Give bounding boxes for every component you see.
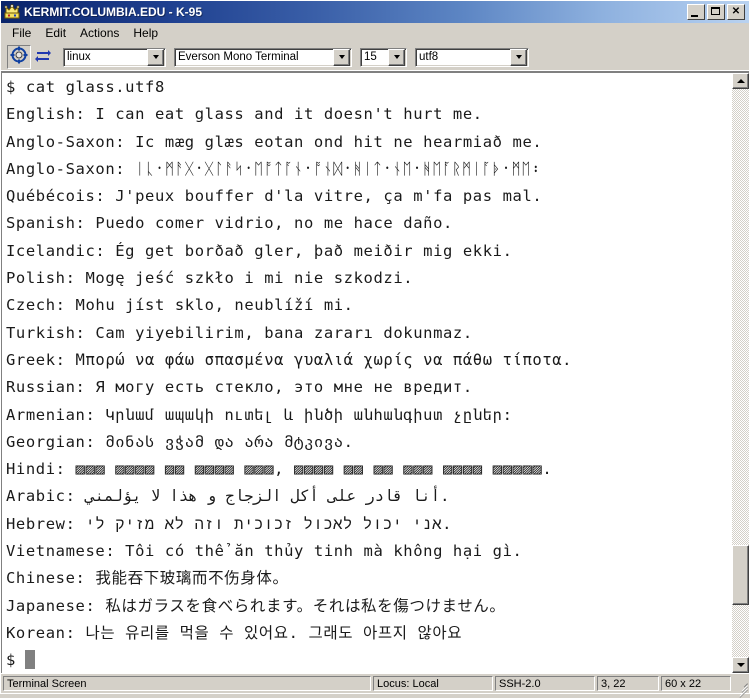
status-screen-dimensions: 60 x 22	[661, 676, 731, 691]
font-combo[interactable]: Everson Mono Terminal	[174, 47, 352, 67]
terminal-line: Russian: Я могу есть стекло, это мне не …	[6, 378, 473, 397]
status-locus: Locus: Local	[373, 676, 493, 691]
connect-icon	[10, 46, 28, 69]
encoding-value: utf8	[419, 50, 439, 63]
scrollbar-track[interactable]	[732, 89, 749, 657]
menu-item-edit[interactable]: Edit	[38, 24, 73, 42]
terminal-line: Anglo-Saxon: ᛁᚳ᛫ᛗᚨᚷ᛫ᚷᛚᚨᛋ᛫ᛖᚩᛏᚪᚾ᛫ᚩᚾᛞ᛫ᚻᛁᛏ᛫ᚾ…	[6, 159, 542, 178]
menu-bar: File Edit Actions Help	[1, 23, 749, 43]
terminal-line: $ cat glass.utf8	[6, 78, 165, 96]
terminal-line: Arabic: أنا قادر على أكل الزجاج و هذا لا…	[6, 487, 450, 506]
menu-item-actions[interactable]: Actions	[73, 24, 126, 42]
status-screen-mode: Terminal Screen	[3, 676, 371, 691]
scroll-up-arrow[interactable]	[732, 73, 749, 89]
resize-grip[interactable]	[733, 676, 749, 698]
close-button[interactable]: ✕	[727, 4, 745, 20]
kermit-crown-icon	[4, 4, 20, 20]
terminal-line: Greek: Μπορώ να φάω σπασμένα γυαλιά χωρί…	[6, 350, 573, 369]
terminal-line: Anglo-Saxon: Ic mæg glæs eotan ond hit n…	[6, 132, 543, 151]
encoding-combo[interactable]: utf8	[415, 47, 529, 67]
terminal-line: Japanese: 私はガラスを食べられます。それは私を傷つけません。	[6, 596, 506, 615]
status-cursor-position: 3, 22	[597, 676, 659, 691]
terminal-line: $	[6, 647, 732, 673]
terminal-line: Vietnamese: Tôi có thể ăn thủy tinh mà k…	[6, 542, 523, 561]
terminal-line: Québécois: J'peux bouffer d'la vitre, ça…	[6, 187, 543, 206]
terminal-cursor	[24, 650, 35, 670]
font-size-combo[interactable]: 15	[360, 47, 407, 67]
transfer-button[interactable]	[32, 46, 54, 68]
chevron-down-icon[interactable]	[510, 48, 527, 66]
terminal-line: Georgian: მინას ვჭამ და არა მტკივა.	[6, 432, 354, 451]
status-protocol: SSH-2.0	[495, 676, 595, 691]
terminal-line: Icelandic: Ég get borðað gler, það meiði…	[6, 241, 513, 260]
terminal-line: Turkish: Cam yiyebilirim, bana zararı do…	[6, 323, 473, 342]
scroll-thumb[interactable]	[732, 545, 749, 605]
terminal-line: Polish: Mogę jeść szkło i mi nie szkodzi…	[6, 269, 414, 288]
terminal-line: Hindi: ▨▨▨ ▨▨▨▨ ▨▨ ▨▨▨▨ ▨▨▨, ▨▨▨▨ ▨▨ ▨▨ …	[6, 460, 553, 479]
transfer-icon	[34, 46, 52, 69]
scroll-down-arrow[interactable]	[732, 657, 749, 673]
kermit-window: KERMIT.COLUMBIA.EDU - K-95 ✕ File Edit A…	[0, 0, 750, 698]
status-bar: Terminal Screen Locus: Local SSH-2.0 3, …	[1, 673, 749, 698]
terminal-text: $ cat glass.utf8 English: I can eat glass…	[2, 73, 732, 673]
title-bar[interactable]: KERMIT.COLUMBIA.EDU - K-95 ✕	[1, 1, 749, 23]
terminal-line: English: I can eat glass and it doesn't …	[6, 105, 483, 124]
terminal-area: $ cat glass.utf8 English: I can eat glass…	[1, 72, 749, 673]
terminal-type-combo[interactable]: linux	[63, 47, 166, 67]
terminal-screen[interactable]: $ cat glass.utf8 English: I can eat glass…	[1, 72, 732, 673]
window-title: KERMIT.COLUMBIA.EDU - K-95	[24, 5, 203, 19]
minimize-button[interactable]	[687, 4, 705, 20]
connect-button[interactable]	[7, 45, 31, 69]
terminal-type-value: linux	[67, 50, 91, 63]
font-size-value: 15	[364, 50, 377, 63]
terminal-line: Czech: Mohu jíst sklo, neublíží mi.	[6, 296, 354, 315]
toolbar: linux Everson Mono Terminal 15 utf8	[1, 43, 749, 72]
terminal-line: Hebrew: אני יכול לאכול זכוכית וזה לא מזי…	[6, 514, 453, 533]
menu-item-help[interactable]: Help	[126, 24, 165, 42]
chevron-down-icon[interactable]	[147, 48, 164, 66]
vertical-scrollbar[interactable]	[732, 72, 749, 673]
terminal-line: Spanish: Puedo comer vidrio, no me hace …	[6, 214, 453, 233]
maximize-button[interactable]	[707, 4, 725, 20]
terminal-line: Korean: 나는 유리를 먹을 수 있어요. 그래도 아프지 않아요	[6, 623, 463, 642]
terminal-line: Armenian: Կրնամ ապակի ուտել և ինծի անհան…	[6, 405, 513, 424]
menu-item-file[interactable]: File	[5, 24, 38, 42]
font-value: Everson Mono Terminal	[178, 50, 299, 63]
window-controls: ✕	[687, 4, 747, 20]
chevron-down-icon[interactable]	[333, 48, 350, 66]
chevron-down-icon[interactable]	[388, 48, 405, 66]
terminal-line: Chinese: 我能吞下玻璃而不伤身体。	[6, 569, 289, 588]
